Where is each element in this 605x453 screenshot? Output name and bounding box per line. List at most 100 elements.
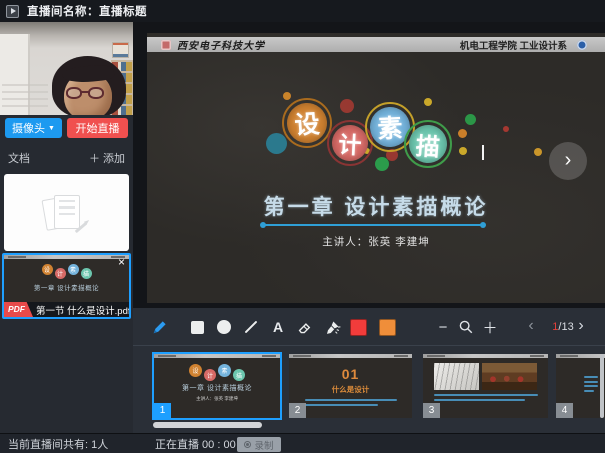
chalk-dot (534, 148, 542, 156)
annotation-toolbar: A − ＋ ‹ 1 /13 › (133, 308, 605, 346)
chalk-dot (266, 133, 287, 154)
color-swatch-orange[interactable] (379, 319, 396, 336)
zoom-out-button[interactable]: − (433, 317, 453, 337)
add-document-button[interactable]: ＋ 添加 (89, 150, 125, 166)
chalk-dot (424, 98, 432, 106)
thumbnail-scrollbar-vertical[interactable] (600, 354, 604, 418)
text-cursor (482, 145, 484, 160)
document-placeholder-card[interactable] (4, 174, 129, 251)
mini-title-art: 设 计 素 描 (154, 364, 280, 381)
thumbnail-number-badge: 2 (289, 403, 306, 418)
prev-page-button[interactable]: ‹ (521, 317, 541, 337)
eraser-tool-button[interactable] (295, 317, 315, 337)
speakers-line: 主讲人：张英 李建坤 (147, 234, 605, 249)
chalk-dot (459, 147, 467, 155)
mini-title-art: 设 计 素 描 (4, 264, 129, 279)
chapter-title: 第一章 设计素描概论 (147, 191, 605, 221)
pdf-badge: PDF (4, 302, 33, 317)
status-bar: 当前直播间共有: 1人 正在直播 00 : 00 : 00 录制 (0, 433, 605, 453)
record-button[interactable]: 录制 (237, 437, 281, 452)
pdf-document-item[interactable]: 设 计 素 描 第一章 设计素描概论 × PDF 第一节 什么是设计.pdf (2, 253, 131, 319)
mini-chapter-title: 第一章 设计素描概论 (154, 383, 280, 393)
camera-button[interactable]: 摄像头 ▼ (5, 118, 62, 138)
magnifier-icon[interactable] (456, 317, 476, 337)
pdf-filename: 第一节 什么是设计.pdf (36, 303, 131, 317)
mini-char-circle: 设 (189, 364, 202, 377)
mini-section-number: 01 (289, 366, 412, 382)
ellipse-tool-button[interactable] (214, 317, 234, 337)
mini-char-circle: 计 (55, 268, 66, 279)
camera-button-label: 摄像头 (12, 120, 45, 136)
university-name: 西安电子科技大学 (177, 37, 265, 52)
viewer-count: 当前直播间共有: 1人 (8, 436, 108, 452)
slide-thumbnail-3[interactable]: 3 (423, 354, 548, 418)
slide-thumbnail-1[interactable]: 设 计 素 描 第一章 设计素描概论 主讲人：张英 李建坤 1 (152, 352, 282, 420)
documents-header: 文档 ＋ 添加 (0, 150, 133, 166)
title-char: 设 (286, 102, 329, 145)
chalk-dot (503, 126, 509, 132)
mini-slide-header (556, 354, 605, 358)
record-icon (244, 441, 251, 448)
mini-char-circle: 素 (218, 364, 231, 377)
chalk-dot (340, 99, 354, 113)
mini-body-text (305, 399, 397, 406)
mini-body-text (584, 376, 598, 392)
main-area: 西安电子科技大学 机电工程学院 工业设计系 设 计 素 描 第一章 (133, 22, 605, 433)
webcam-wall-picture (112, 42, 129, 58)
person-glasses-right (88, 87, 104, 99)
chalk-dot (458, 129, 467, 138)
pdf-filename-bar: PDF 第一节 什么是设计.pdf (4, 302, 129, 317)
plus-icon: ＋ (89, 150, 100, 166)
color-swatch-red[interactable] (350, 319, 367, 336)
text-tool-button[interactable]: A (268, 317, 288, 337)
room-title: 直播间名称：直播标题 (27, 3, 147, 19)
mini-char-circle: 描 (233, 369, 245, 381)
chapter-underline (263, 224, 483, 226)
next-slide-button[interactable]: › (549, 142, 587, 180)
rectangle-tool-button[interactable] (187, 317, 207, 337)
start-live-button[interactable]: 开始直播 (67, 118, 128, 138)
slide-canvas[interactable]: 西安电子科技大学 机电工程学院 工业设计系 设 计 素 描 第一章 (147, 33, 605, 303)
mini-slide-header (4, 255, 129, 259)
title-char-circle-1: 设 (282, 98, 332, 148)
mini-char-circle: 设 (42, 264, 53, 275)
mini-images (423, 363, 548, 390)
documents-label: 文档 (8, 150, 30, 166)
mini-body-text (434, 394, 538, 401)
mini-slide-header (423, 354, 548, 358)
slide-university-header: 西安电子科技大学 机电工程学院 工业设计系 (147, 37, 605, 52)
start-live-label: 开始直播 (76, 120, 120, 136)
slide-thumbnail-4[interactable]: 4 (556, 354, 605, 418)
mini-chapter-title: 第一章 设计素描概论 (4, 282, 129, 292)
tool-panel: A − ＋ ‹ 1 /13 › 设 (133, 308, 605, 433)
slide-thumbnail-2[interactable]: 01 什么是设计 2 (289, 354, 412, 418)
person-glasses-bridge (81, 91, 89, 93)
zoom-in-button[interactable]: ＋ (480, 317, 500, 337)
person-glasses-left (66, 87, 82, 99)
close-icon[interactable]: × (118, 257, 125, 267)
next-page-button[interactable]: › (571, 317, 591, 337)
webcam-radiator (2, 84, 48, 112)
record-label: 录制 (254, 438, 273, 452)
caret-down-icon: ▼ (48, 125, 55, 132)
thumbnail-number-badge: 3 (423, 403, 440, 418)
sketch-image (434, 363, 479, 390)
brush-tool-button[interactable] (322, 317, 342, 337)
department-logo-icon (577, 40, 587, 50)
chalk-dot (465, 114, 476, 125)
add-label: 添加 (103, 150, 125, 166)
mini-speakers: 主讲人：张英 李建坤 (160, 395, 273, 401)
chalk-dot (283, 92, 291, 100)
painting-image (482, 363, 537, 390)
mini-char-circle: 描 (81, 268, 92, 279)
thumbnail-scrollbar-horizontal[interactable] (153, 422, 262, 428)
department-name: 机电工程学院 工业设计系 (460, 38, 567, 52)
thumbnail-number-badge: 1 (154, 403, 171, 418)
title-char: 描 (408, 124, 449, 165)
mini-section-title: 什么是设计 (289, 384, 412, 395)
chevron-right-icon: › (565, 149, 572, 172)
live-room-icon (6, 5, 19, 18)
title-bar: 直播间名称：直播标题 (0, 0, 605, 22)
pen-tool-button[interactable] (149, 317, 169, 337)
line-tool-button[interactable] (241, 317, 261, 337)
